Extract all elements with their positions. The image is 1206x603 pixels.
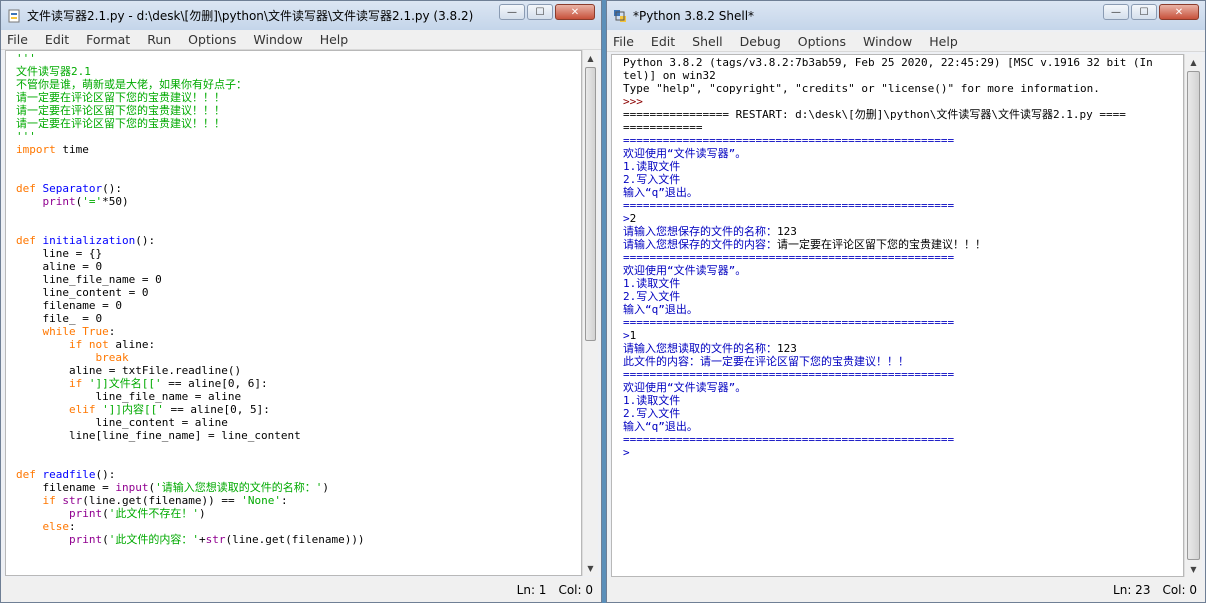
scroll-thumb[interactable]: [585, 67, 596, 341]
menu-options[interactable]: Options: [798, 34, 846, 49]
editor-titlebar[interactable]: 文件读写器2.1.py - d:\desk\[勿删]\python\文件读写器\…: [1, 1, 601, 30]
menu-window[interactable]: Window: [863, 34, 912, 49]
scroll-thumb[interactable]: [1187, 71, 1200, 560]
col-indicator: Col: 0: [558, 582, 593, 597]
menu-help[interactable]: Help: [929, 34, 958, 49]
menu-window[interactable]: Window: [253, 32, 302, 47]
editor-title: 文件读写器2.1.py - d:\desk\[勿删]\python\文件读写器\…: [27, 9, 474, 23]
menu-format[interactable]: Format: [86, 32, 130, 47]
minimize-button[interactable]: —: [1103, 4, 1129, 20]
maximize-button[interactable]: ☐: [1131, 4, 1157, 20]
shell-statusbar: Ln: 23 Col: 0: [607, 577, 1205, 602]
menu-edit[interactable]: Edit: [651, 34, 675, 49]
shell-menubar: File Edit Shell Debug Options Window Hel…: [607, 32, 1205, 52]
menu-edit[interactable]: Edit: [45, 32, 69, 47]
scroll-down-arrow-icon[interactable]: ▼: [1185, 561, 1202, 577]
close-button[interactable]: ✕: [1159, 4, 1199, 20]
source-code: ''' 文件读写器2.1 不管你是谁，萌新或是大佬，如果你有好点子： 请一定要在…: [16, 52, 365, 546]
col-indicator: Col: 0: [1162, 582, 1197, 597]
shell-window: *Python 3.8.2 Shell* — ☐ ✕ File Edit She…: [606, 0, 1206, 603]
menu-run[interactable]: Run: [147, 32, 171, 47]
scroll-up-arrow-icon[interactable]: ▲: [583, 50, 598, 66]
scroll-down-arrow-icon[interactable]: ▼: [583, 560, 598, 576]
close-button[interactable]: ✕: [555, 4, 595, 20]
python-file-icon: [8, 9, 20, 22]
editor-statusbar: Ln: 1 Col: 0: [1, 577, 601, 602]
minimize-button[interactable]: —: [499, 4, 525, 20]
menu-file[interactable]: File: [7, 32, 28, 47]
menu-help[interactable]: Help: [320, 32, 349, 47]
shell-titlebar[interactable]: *Python 3.8.2 Shell* — ☐ ✕: [607, 1, 1205, 30]
python-shell-icon: [614, 9, 626, 22]
shell-console[interactable]: Python 3.8.2 (tags/v3.8.2:7b3ab59, Feb 2…: [611, 54, 1184, 577]
shell-output: Python 3.8.2 (tags/v3.8.2:7b3ab59, Feb 2…: [623, 56, 1153, 459]
menu-file[interactable]: File: [613, 34, 634, 49]
editor-menubar: File Edit Format Run Options Window Help: [1, 30, 601, 50]
menu-shell[interactable]: Shell: [692, 34, 723, 49]
shell-scrollbar[interactable]: ▲ ▼: [1184, 54, 1202, 577]
scroll-up-arrow-icon[interactable]: ▲: [1185, 54, 1202, 70]
menu-options[interactable]: Options: [188, 32, 236, 47]
menu-debug[interactable]: Debug: [740, 34, 781, 49]
shell-title: *Python 3.8.2 Shell*: [633, 8, 755, 23]
code-editor[interactable]: ''' 文件读写器2.1 不管你是谁，萌新或是大佬，如果你有好点子： 请一定要在…: [5, 50, 582, 576]
line-indicator: Ln: 23: [1113, 582, 1151, 597]
line-indicator: Ln: 1: [516, 582, 547, 597]
editor-scrollbar[interactable]: ▲ ▼: [582, 50, 598, 576]
maximize-button[interactable]: ☐: [527, 4, 553, 20]
editor-window: 文件读写器2.1.py - d:\desk\[勿删]\python\文件读写器\…: [0, 0, 602, 603]
